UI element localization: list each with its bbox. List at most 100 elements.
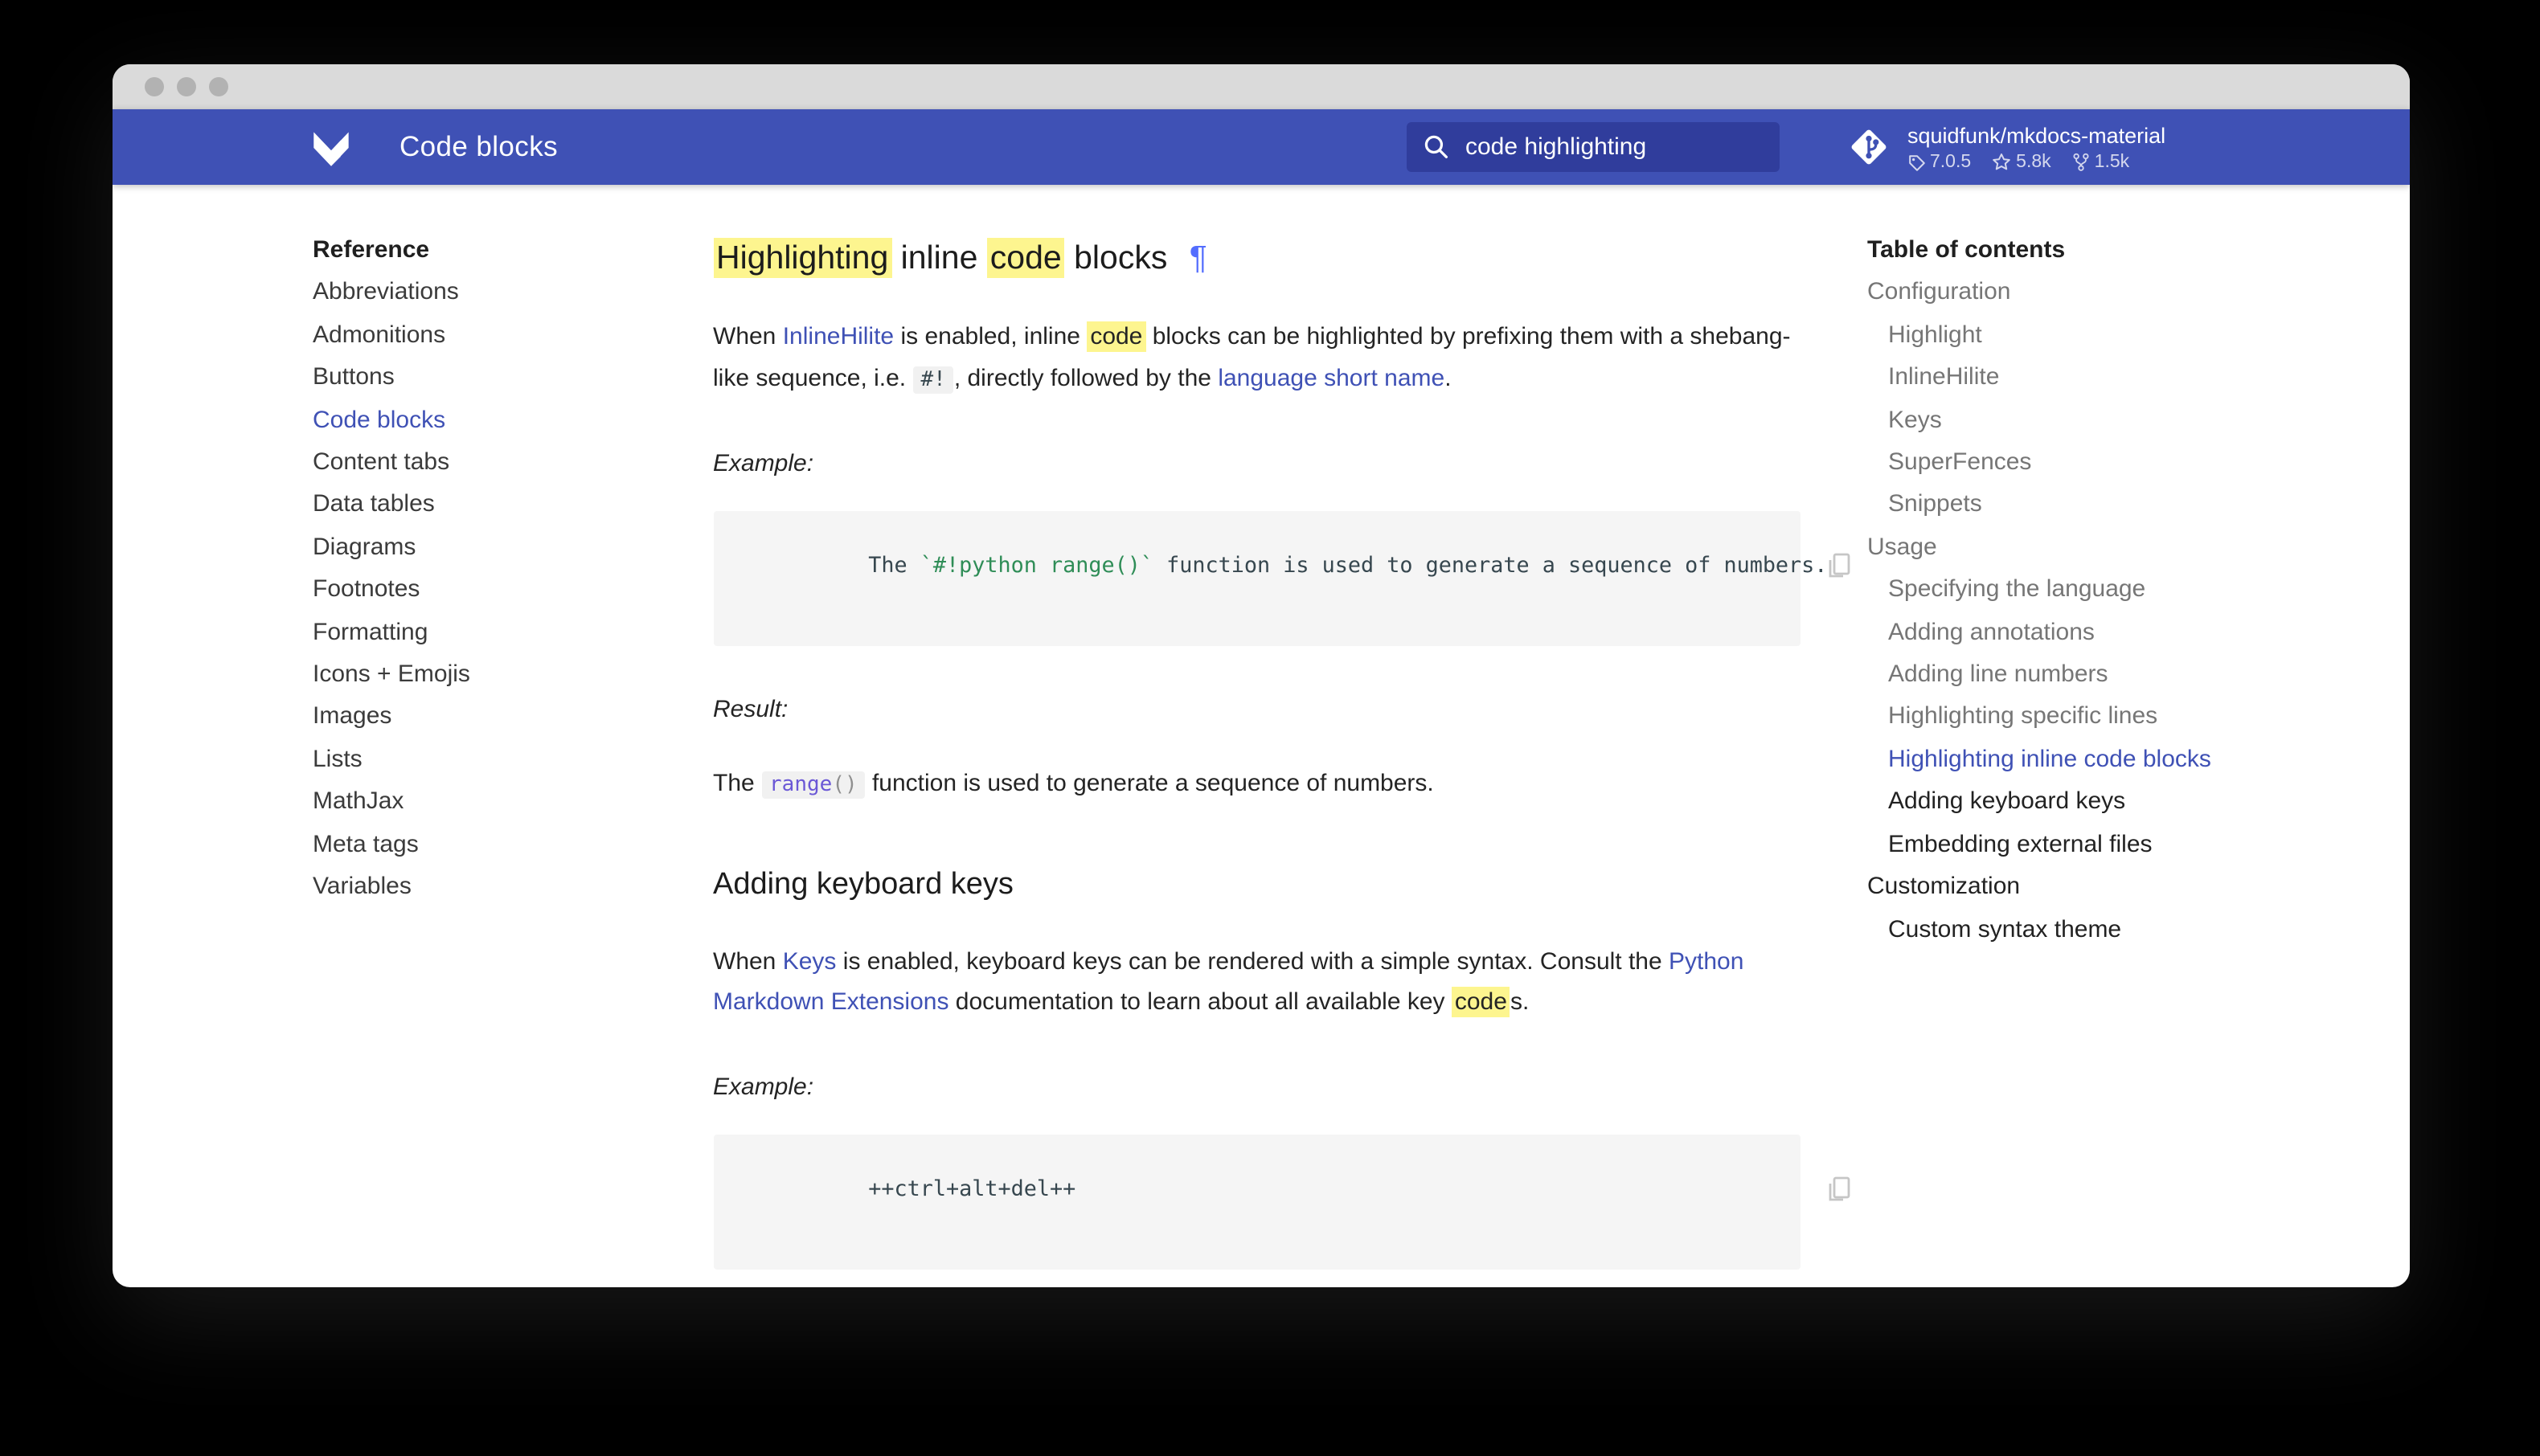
sidebar-item[interactable]: Variables [313, 866, 666, 909]
text-plain: blocks [1065, 239, 1177, 276]
toc-item[interactable]: Embedding external files [1867, 824, 2258, 866]
text-link[interactable]: Keys [783, 947, 837, 975]
toc-item[interactable]: Snippets [1867, 485, 2258, 527]
toc-title: Table of contents [1867, 230, 2258, 272]
toc-item[interactable]: Usage [1867, 527, 2258, 570]
text-icode: #! [913, 366, 954, 393]
sidebar-item[interactable]: Images [313, 697, 666, 739]
copy-button[interactable] [1751, 526, 1784, 558]
minimize-button[interactable] [177, 77, 196, 96]
sidebar-item[interactable]: Code blocks [313, 399, 666, 442]
toc-item[interactable]: Highlighting specific lines [1867, 697, 2258, 739]
sidebar-item[interactable]: Data tables [313, 485, 666, 527]
code-block-inline-highlight: The `#!python range()` function is used … [713, 511, 1800, 646]
screenshot-stage: Code blocks [0, 0, 2540, 1456]
text-plain: inline [891, 239, 987, 276]
app-header: Code blocks [113, 109, 2410, 185]
text-mark: code [987, 238, 1065, 278]
result-label: Result: [713, 689, 1800, 730]
text-cplain: function is used to generate a sequence … [1153, 554, 1827, 579]
main-content: Highlighting inline code blocks ¶ When I… [666, 185, 1864, 1287]
example-label: Example: [713, 444, 1800, 484]
toc-item[interactable]: Highlight [1867, 315, 2258, 358]
sidebar-item[interactable]: Content tabs [313, 442, 666, 485]
sidebar-item[interactable]: Buttons [313, 357, 666, 399]
sidebar-item[interactable]: Reference [313, 230, 666, 272]
text-link[interactable]: InlineHilite [783, 323, 894, 350]
text-cplain: The [868, 554, 920, 579]
text-cplain: ++ctrl+alt+del++ [868, 1177, 1075, 1201]
copy-button[interactable] [1751, 1148, 1784, 1180]
sidebar-item[interactable]: Diagrams [313, 527, 666, 570]
toc-item[interactable]: Custom syntax theme [1867, 909, 2258, 951]
repo-forks: 1.5k [2072, 153, 2130, 172]
text-mark: code [1087, 321, 1145, 352]
toc-item[interactable]: Specifying the language [1867, 570, 2258, 612]
text-plain: is enabled, inline [894, 323, 1087, 350]
text-plain: is enabled, keyboard keys can be rendere… [836, 947, 1669, 975]
sidebar-item[interactable]: Meta tags [313, 824, 666, 866]
material-logo-icon[interactable] [309, 126, 351, 168]
sidebar-item[interactable]: Abbreviations [313, 272, 666, 315]
repo-stats: 7.0.5 5.8k [1907, 153, 2165, 172]
repo-version: 7.0.5 [1907, 153, 1971, 172]
repo-link[interactable]: squidfunk/mkdocs-material 7.0.5 [1846, 122, 2194, 172]
sidebar-list: Reference Abbreviations Admonitions Butt… [313, 230, 666, 909]
text-mark: Highlighting [713, 238, 891, 278]
close-button[interactable] [145, 77, 164, 96]
text-plain: s. [1510, 988, 1529, 1016]
text-plain: documentation to learn about all availab… [948, 988, 1451, 1016]
repo-stars: 5.8k [1992, 153, 2051, 172]
toc-item[interactable]: Configuration [1867, 272, 2258, 315]
git-repo-icon [1846, 125, 1890, 169]
search-input[interactable] [1465, 133, 1763, 161]
text-plain: function is used to generate a sequence … [866, 770, 1434, 797]
browser-window: Code blocks [113, 64, 2410, 1287]
sidebar-nav: Reference Abbreviations Admonitions Butt… [264, 185, 666, 1287]
table-of-contents: Table of contents Configuration Highligh… [1864, 185, 2258, 1287]
text-mark: code [1452, 987, 1510, 1017]
heading-anchor-pilcrow[interactable]: ¶ [1190, 239, 1207, 276]
search-box[interactable] [1406, 122, 1779, 172]
toc-item[interactable]: Keys [1867, 399, 2258, 442]
sidebar-item[interactable]: MathJax [313, 782, 666, 824]
sidebar-item[interactable]: Footnotes [313, 570, 666, 612]
copy-icon [1823, 550, 1855, 582]
text-plain: When [713, 323, 783, 350]
text-icode-p: () [832, 771, 865, 799]
toc-item[interactable]: SuperFences [1867, 442, 2258, 485]
toc-item[interactable]: Customization [1867, 866, 2258, 909]
text-cgreen: `#!python range()` [920, 554, 1153, 579]
text-plain: , directly followed by the [954, 364, 1219, 391]
search-icon [1422, 133, 1449, 161]
sidebar-item[interactable]: Admonitions [313, 315, 666, 358]
text-icode-nb: range [761, 771, 832, 799]
sidebar-item[interactable]: Formatting [313, 611, 666, 654]
example-label-2: Example: [713, 1066, 1800, 1106]
page-heading: Highlighting inline code blocks ¶ [713, 233, 1800, 283]
heading-adding-keyboard-keys: Adding keyboard keys [713, 861, 1800, 907]
tag-icon [1907, 153, 1925, 171]
content-area: Reference Abbreviations Admonitions Butt… [264, 185, 2258, 1287]
toc-item[interactable]: InlineHilite [1867, 357, 2258, 399]
paragraph-keys: When Keys is enabled, keyboard keys can … [713, 941, 1800, 1023]
window-titlebar [113, 64, 2410, 109]
fork-icon [2072, 153, 2090, 172]
text-plain: The [713, 770, 761, 797]
toc-item[interactable]: Adding line numbers [1867, 654, 2258, 697]
toc-item[interactable]: Highlighting inline code blocks [1867, 739, 2258, 782]
code-block-keys: ++ctrl+alt+del++ [713, 1134, 1800, 1269]
zoom-button[interactable] [209, 77, 228, 96]
text-link[interactable]: language short name [1218, 364, 1444, 391]
text-plain: . [1444, 364, 1451, 391]
paragraph-inlinehilite: When InlineHilite is enabled, inline cod… [713, 317, 1800, 400]
copy-icon [1823, 1172, 1855, 1204]
toc-item[interactable]: Adding keyboard keys [1867, 782, 2258, 824]
toc-item[interactable]: Adding annotations [1867, 611, 2258, 654]
page-title[interactable]: Code blocks [399, 130, 558, 164]
sidebar-item[interactable]: Icons + Emojis [313, 654, 666, 697]
text-plain: When [713, 947, 783, 975]
star-icon [1992, 153, 2011, 172]
paragraph-range-result: The range() function is used to generate… [713, 763, 1800, 806]
sidebar-item[interactable]: Lists [313, 739, 666, 782]
